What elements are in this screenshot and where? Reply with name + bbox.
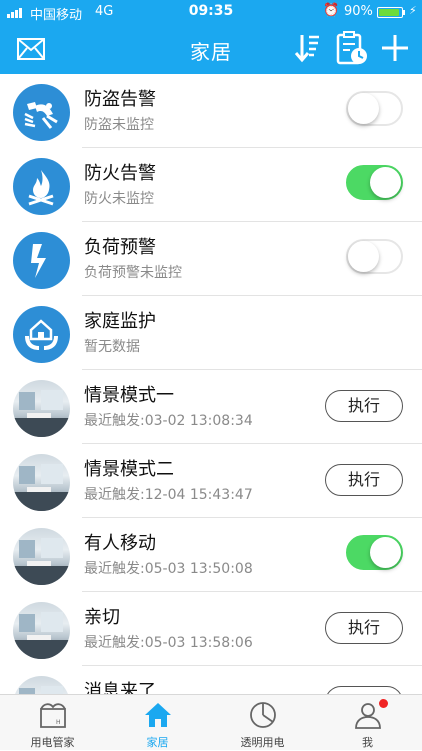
svg-text:H: H	[56, 719, 61, 726]
burglar-alarm-toggle[interactable]	[346, 91, 403, 126]
list-item-intimate[interactable]: 亲切 最近触发:05-03 13:58:06 执行	[0, 592, 422, 666]
item-subtitle: 最近触发:03-02 13:08:34	[84, 413, 253, 429]
tab-home[interactable]: 家居	[105, 695, 210, 751]
list-item-load-warning[interactable]: 负荷预警 负荷预警未监控	[0, 222, 422, 296]
status-bar: 中国移动 4G 09:35 ⏰ 90% ⚡	[0, 0, 422, 24]
user-icon	[354, 703, 381, 729]
tab-label: 透明用电	[240, 736, 285, 749]
item-subtitle: 最近触发:12-04 15:43:47	[84, 487, 253, 503]
load-warning-toggle[interactable]	[346, 239, 403, 274]
scene-photo	[13, 676, 70, 694]
burglar-alarm-icon	[13, 84, 70, 141]
item-subtitle: 最近触发:05-03 13:58:06	[84, 635, 253, 651]
item-subtitle: 防盗未监控	[84, 117, 154, 133]
item-subtitle: 暂无数据	[84, 339, 140, 355]
battery-icon	[377, 7, 403, 18]
list-item-motion[interactable]: 有人移动 最近触发:05-03 13:50:08	[0, 518, 422, 592]
list-item-fire-alarm[interactable]: 防火告警 防火未监控	[0, 148, 422, 222]
list-item-message[interactable]: 消息来了	[0, 666, 422, 694]
item-subtitle: 最近触发:05-03 13:50:08	[84, 561, 253, 577]
item-title: 消息来了	[84, 681, 156, 694]
list-item-home-care[interactable]: 家庭监护 暂无数据	[0, 296, 422, 370]
fire-alarm-icon	[13, 158, 70, 215]
home-care-icon	[13, 306, 70, 363]
device-list: 防盗告警 防盗未监控 防火告警 防火未监控 负荷预警 负荷预警未监控 家庭监护 …	[0, 74, 422, 694]
scene-photo	[13, 380, 70, 437]
item-title: 情景模式二	[84, 459, 174, 480]
scene-photo	[13, 454, 70, 511]
execute-button[interactable]	[325, 686, 403, 694]
schedule-clipboard-icon[interactable]	[336, 31, 368, 65]
execute-button[interactable]: 执行	[325, 612, 403, 644]
list-item-scene-2[interactable]: 情景模式二 最近触发:12-04 15:43:47 执行	[0, 444, 422, 518]
lightning-icon	[13, 232, 70, 289]
item-subtitle: 负荷预警未监控	[84, 265, 182, 281]
item-subtitle: 防火未监控	[84, 191, 154, 207]
tab-bar: H 用电管家 家居 透明用电 我	[0, 694, 422, 750]
alarm-clock-icon: ⏰	[323, 3, 340, 18]
item-title: 情景模式一	[84, 385, 174, 406]
item-title: 防火告警	[84, 163, 156, 184]
tab-me[interactable]: 我	[315, 695, 420, 751]
tab-label: 用电管家	[30, 736, 75, 749]
home-icon	[144, 703, 171, 727]
execute-button[interactable]: 执行	[325, 390, 403, 422]
tab-transparent-power[interactable]: 透明用电	[210, 695, 315, 751]
battery-percent: 90%	[344, 4, 373, 19]
item-title: 防盗告警	[84, 89, 156, 110]
item-title: 有人移动	[84, 533, 156, 554]
add-icon[interactable]	[380, 33, 410, 63]
notification-badge	[379, 699, 388, 708]
list-item-scene-1[interactable]: 情景模式一 最近触发:03-02 13:08:34 执行	[0, 370, 422, 444]
app-header: 中国移动 4G 09:35 ⏰ 90% ⚡ 家居	[0, 0, 422, 74]
sort-icon[interactable]	[294, 33, 320, 63]
tab-label: 我	[362, 736, 373, 749]
battery-tip	[403, 10, 405, 15]
execute-button[interactable]: 执行	[325, 464, 403, 496]
scene-photo	[13, 602, 70, 659]
item-title: 亲切	[84, 607, 120, 628]
pie-chart-icon	[249, 702, 276, 728]
item-title: 家庭监护	[84, 311, 156, 332]
item-title: 负荷预警	[84, 237, 156, 258]
scene-photo	[13, 528, 70, 585]
power-manager-icon: H	[39, 703, 66, 728]
charging-icon: ⚡	[409, 4, 417, 17]
tab-label: 家居	[146, 736, 169, 749]
motion-toggle[interactable]	[346, 535, 403, 570]
list-item-burglar-alarm[interactable]: 防盗告警 防盗未监控	[0, 74, 422, 148]
tab-power-manager[interactable]: H 用电管家	[0, 695, 105, 751]
fire-alarm-toggle[interactable]	[346, 165, 403, 200]
